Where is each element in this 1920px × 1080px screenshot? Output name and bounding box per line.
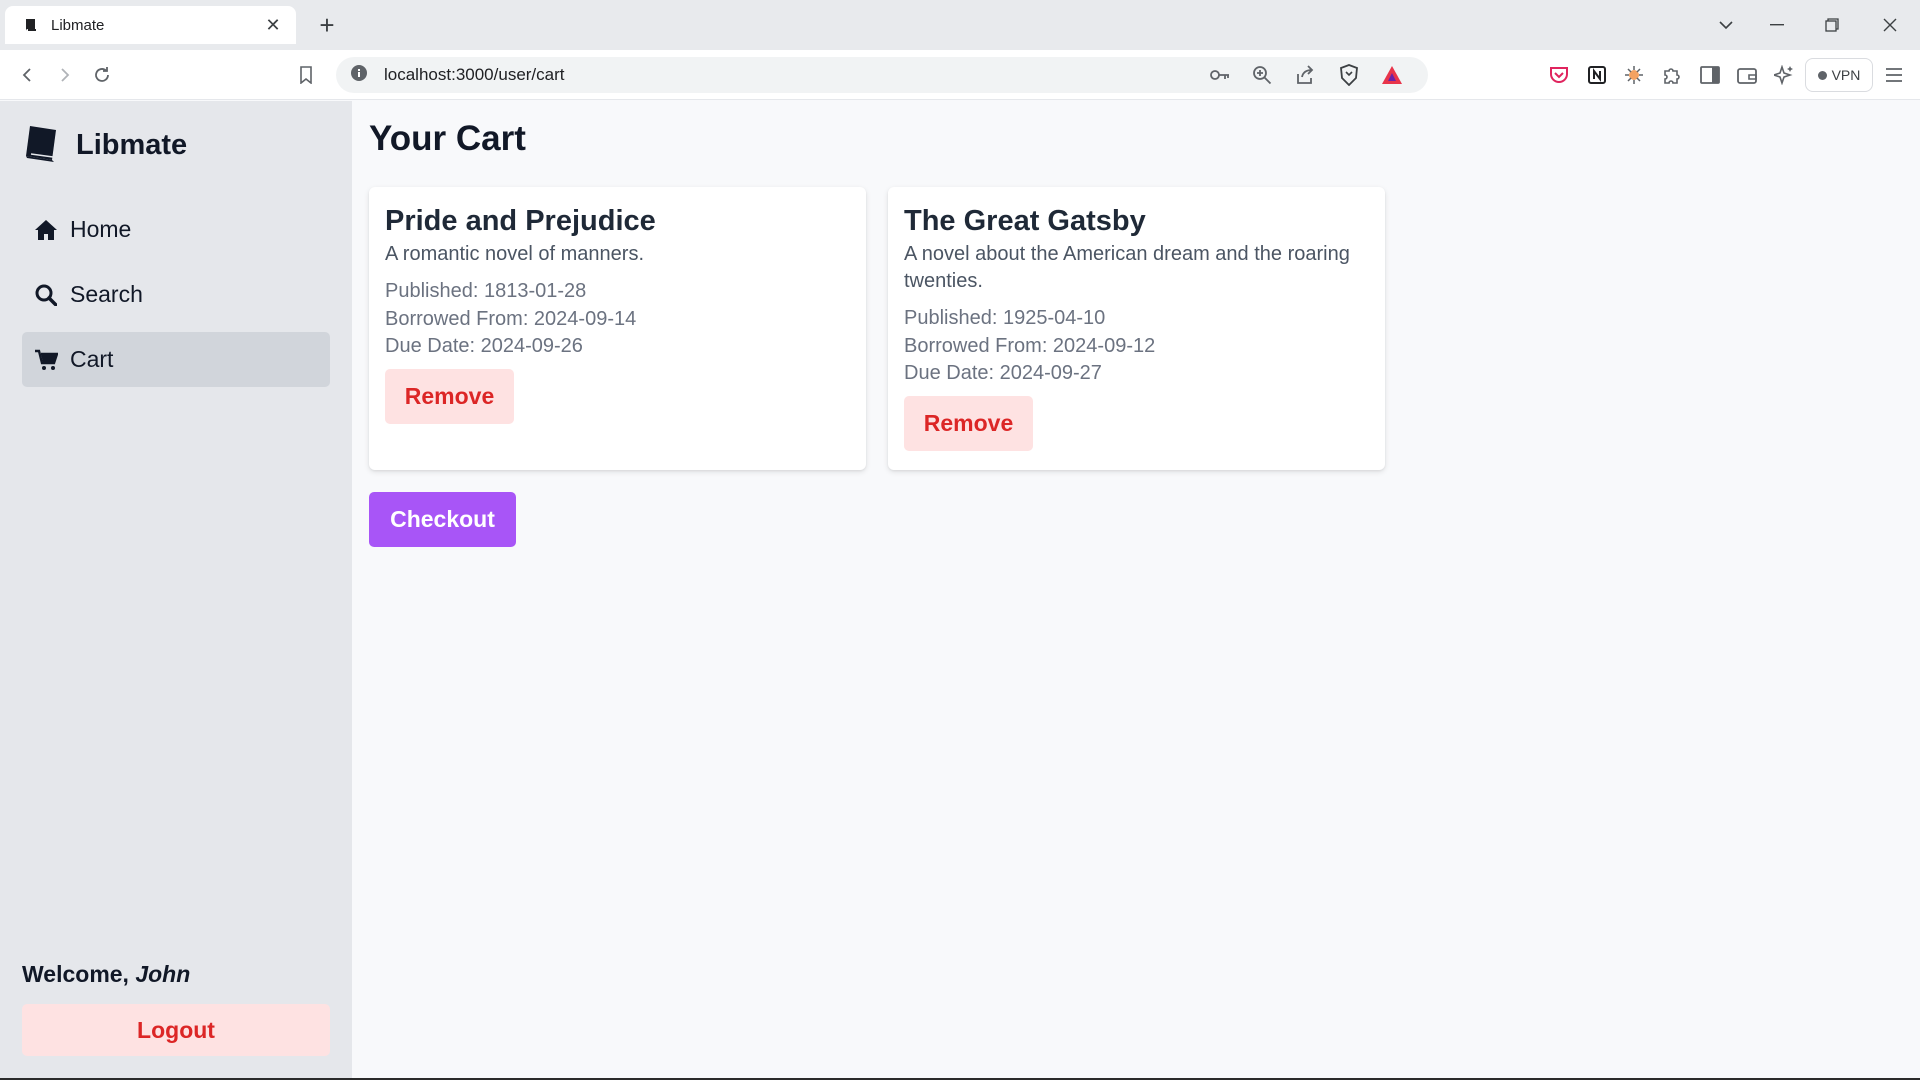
key-icon[interactable]: [1205, 60, 1235, 90]
info-icon[interactable]: [350, 64, 368, 87]
brand-logo[interactable]: Libmate: [22, 123, 187, 168]
borrowed-from-date: Borrowed From: 2024-09-14: [385, 307, 637, 330]
checkout-button[interactable]: Checkout: [369, 492, 516, 547]
sidebar: Libmate Home Search Cart Welcome, John L…: [0, 101, 352, 1080]
home-icon: [34, 218, 58, 242]
book-description: A romantic novel of manners.: [385, 243, 645, 265]
nav-home-label: Home: [70, 216, 132, 242]
rewards-icon[interactable]: [1377, 60, 1407, 90]
nav-home[interactable]: Home: [22, 202, 330, 257]
extensions-puzzle-icon[interactable]: [1657, 60, 1687, 90]
cart-item-card: Pride and Prejudice A romantic novel of …: [369, 187, 866, 470]
published-date: Published: 1813-01-28: [385, 280, 587, 302]
forward-icon[interactable]: [49, 60, 79, 90]
user-name: John: [135, 961, 191, 987]
book-description: A novel about the American dream and the…: [904, 243, 1350, 292]
sidebar-toggle-icon[interactable]: [1695, 60, 1725, 90]
logout-button[interactable]: Logout: [22, 1004, 330, 1056]
search-icon: [34, 283, 58, 307]
nav-search-label: Search: [70, 281, 143, 307]
notion-icon[interactable]: [1582, 60, 1612, 90]
book-icon: [23, 17, 39, 33]
cart-item-card: The Great Gatsby A novel about the Ameri…: [888, 187, 1385, 470]
close-window-icon[interactable]: [1873, 8, 1907, 42]
due-date: Due Date: 2024-09-27: [904, 362, 1102, 384]
menu-icon[interactable]: [1879, 60, 1909, 90]
vpn-status-icon: [1817, 70, 1827, 80]
brand-name: Libmate: [76, 129, 188, 161]
browser-tab[interactable]: Libmate ✕: [5, 6, 296, 44]
share-icon[interactable]: [1290, 60, 1320, 90]
book-title: The Great Gatsby: [904, 205, 1146, 237]
vpn-button[interactable]: VPN: [1805, 58, 1873, 92]
main-content: Your Cart Pride and Prejudice A romantic…: [352, 101, 1920, 1080]
nav-search[interactable]: Search: [22, 267, 330, 322]
extension-bug-icon[interactable]: [1619, 60, 1649, 90]
shield-icon[interactable]: [1334, 60, 1364, 90]
address-bar[interactable]: localhost:3000/user/cart: [336, 57, 1428, 93]
reload-icon[interactable]: [87, 60, 117, 90]
welcome-message: Welcome, John: [22, 961, 190, 988]
wallet-icon[interactable]: [1732, 60, 1762, 90]
book-meta: Published: 1925-04-10 Borrowed From: 202…: [904, 305, 1369, 388]
url-text: localhost:3000/user/cart: [384, 65, 565, 84]
remove-button[interactable]: Remove: [904, 395, 1033, 451]
vpn-label: VPN: [1831, 67, 1861, 83]
tab-search-icon[interactable]: [1709, 8, 1743, 42]
borrowed-from-date: Borrowed From: 2024-09-12: [904, 334, 1156, 357]
tab-title: Libmate: [51, 16, 105, 34]
minimize-icon[interactable]: [1760, 8, 1794, 42]
remove-button[interactable]: Remove: [385, 368, 514, 424]
back-icon[interactable]: [13, 60, 43, 90]
book-title: Pride and Prejudice: [385, 205, 656, 237]
book-meta: Published: 1813-01-28 Borrowed From: 202…: [385, 278, 850, 361]
tab-strip: Libmate ✕ +: [0, 0, 1920, 50]
bookmark-icon[interactable]: [291, 60, 321, 90]
nav-cart-label: Cart: [70, 346, 114, 372]
published-date: Published: 1925-04-10: [904, 307, 1106, 329]
book-icon: [22, 123, 62, 168]
cart-icon: [34, 348, 58, 372]
new-tab-button[interactable]: +: [312, 10, 342, 40]
nav-cart[interactable]: Cart: [22, 332, 330, 387]
pocket-icon[interactable]: [1544, 60, 1574, 90]
close-tab-icon[interactable]: ✕: [262, 14, 284, 36]
page-title: Your Cart: [369, 119, 526, 158]
due-date: Due Date: 2024-09-26: [385, 335, 583, 357]
zoom-icon[interactable]: [1247, 60, 1277, 90]
welcome-prefix: Welcome,: [22, 961, 129, 987]
browser-toolbar: localhost:3000/user/cart VPN: [0, 50, 1920, 100]
ai-assistant-icon[interactable]: [1769, 60, 1799, 90]
restore-icon[interactable]: [1815, 8, 1849, 42]
